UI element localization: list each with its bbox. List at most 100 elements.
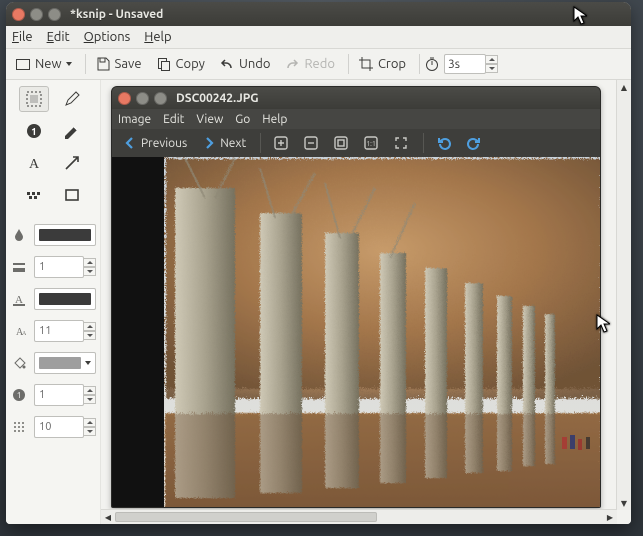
- obfuscate-value: 1: [39, 389, 45, 401]
- menu-edit[interactable]: Edit: [47, 30, 70, 44]
- previous-button[interactable]: Previous: [116, 133, 192, 154]
- rotate-right-icon: [465, 135, 482, 152]
- canvas[interactable]: DSC00242.JPG Image Edit View Go Help Pre…: [101, 80, 631, 524]
- minimize-icon[interactable]: [30, 8, 43, 21]
- obfuscate-field[interactable]: 1: [34, 384, 84, 406]
- font-size-field[interactable]: 11: [34, 320, 84, 342]
- fill-color-field[interactable]: [34, 352, 96, 374]
- undo-button[interactable]: Undo: [214, 54, 276, 74]
- menubar: File Edit Options Help: [6, 26, 631, 49]
- line-width-icon: [10, 260, 28, 274]
- titlebar[interactable]: *ksnip - Unsaved: [6, 2, 631, 26]
- drop-icon: [10, 228, 28, 242]
- menu-help[interactable]: Help: [144, 30, 171, 44]
- close-icon[interactable]: [12, 8, 25, 21]
- inner-menu-help[interactable]: Help: [262, 113, 287, 126]
- grid-stepper[interactable]: [83, 418, 96, 436]
- copy-button[interactable]: Copy: [151, 54, 210, 74]
- inner-menu-edit[interactable]: Edit: [163, 113, 184, 126]
- crop-button[interactable]: Crop: [353, 54, 411, 74]
- menu-options[interactable]: Options: [84, 30, 131, 44]
- scroll-right-icon[interactable]: ▶: [603, 510, 617, 524]
- fullscreen-icon: [392, 135, 409, 152]
- svg-text:A: A: [29, 157, 40, 172]
- redo-label: Redo: [304, 57, 334, 71]
- grid-field[interactable]: 10: [34, 416, 84, 438]
- copy-icon: [156, 56, 172, 72]
- scrollbar-thumb[interactable]: [115, 512, 377, 522]
- inner-menu-view[interactable]: View: [196, 113, 223, 126]
- prop-font-size: AA 11: [10, 318, 96, 344]
- prop-obfuscate: 1 1: [10, 382, 96, 408]
- prop-stroke-color: [10, 222, 96, 248]
- inner-menu-image[interactable]: Image: [118, 113, 151, 126]
- stroke-width-field[interactable]: 1: [34, 256, 84, 278]
- inner-titlebar[interactable]: DSC00242.JPG: [112, 87, 600, 109]
- delay-stepper[interactable]: [485, 55, 498, 73]
- svg-text:A: A: [22, 331, 26, 337]
- inner-toolbar: Previous Next: [112, 129, 600, 158]
- svg-text:1: 1: [31, 126, 37, 137]
- grid-value: 10: [39, 421, 51, 433]
- crop-label: Crop: [378, 57, 406, 71]
- rectangle-icon: [15, 56, 31, 72]
- scroll-up-icon[interactable]: ▲: [617, 80, 631, 94]
- zoom-in-button[interactable]: [267, 133, 294, 154]
- scroll-left-icon[interactable]: ◀: [101, 510, 115, 524]
- tool-text[interactable]: A: [19, 150, 49, 176]
- delay-input[interactable]: 3s: [444, 54, 486, 74]
- zoom-fit-button[interactable]: [327, 133, 354, 154]
- svg-text:1: 1: [17, 391, 22, 400]
- undo-icon: [219, 56, 235, 72]
- color-swatch: [39, 357, 81, 369]
- bucket-icon: [10, 356, 28, 370]
- minimize-icon[interactable]: [136, 92, 149, 105]
- tool-marker[interactable]: [57, 118, 87, 144]
- font-size-stepper[interactable]: [83, 322, 96, 340]
- timer-icon: [424, 56, 440, 72]
- maximize-icon[interactable]: [154, 92, 167, 105]
- tool-select[interactable]: [19, 86, 49, 112]
- chevron-left-icon: [121, 135, 138, 152]
- inner-menubar: Image Edit View Go Help: [112, 109, 600, 129]
- zoom-100-button[interactable]: 1:1: [357, 133, 384, 154]
- image-content: [112, 157, 600, 507]
- separator: [348, 54, 349, 74]
- prop-stroke-width: 1: [10, 254, 96, 280]
- stroke-color-field[interactable]: [34, 224, 96, 246]
- rotate-left-button[interactable]: [430, 133, 457, 154]
- separator: [85, 54, 86, 74]
- rotate-right-button[interactable]: [460, 133, 487, 154]
- tool-pen[interactable]: [57, 86, 87, 112]
- zoom-in-icon: [272, 135, 289, 152]
- menu-file[interactable]: File: [12, 30, 33, 44]
- vertical-scrollbar[interactable]: ▲ ▼: [616, 80, 631, 510]
- font-size-value: 11: [39, 325, 51, 337]
- obfuscate-stepper[interactable]: [83, 386, 96, 404]
- tool-rect[interactable]: [57, 182, 87, 208]
- delay-value: 3s: [448, 58, 460, 71]
- inner-menu-go[interactable]: Go: [235, 113, 250, 126]
- tool-arrow[interactable]: [57, 150, 87, 176]
- save-button[interactable]: Save: [90, 54, 147, 74]
- horizontal-scrollbar[interactable]: ◀ ▶: [101, 509, 617, 524]
- step-down-icon[interactable]: [485, 64, 498, 73]
- fullscreen-button[interactable]: [387, 133, 414, 154]
- image-viewer-window: DSC00242.JPG Image Edit View Go Help Pre…: [111, 86, 601, 508]
- next-button[interactable]: Next: [195, 133, 251, 154]
- font-color-field[interactable]: [34, 288, 96, 310]
- copy-label: Copy: [176, 57, 205, 71]
- zoom-out-button[interactable]: [297, 133, 324, 154]
- maximize-icon[interactable]: [48, 8, 61, 21]
- tool-blur[interactable]: [19, 182, 49, 208]
- tool-number[interactable]: 1: [19, 118, 49, 144]
- redo-button[interactable]: Redo: [279, 54, 339, 74]
- undo-label: Undo: [239, 57, 271, 71]
- stroke-width-stepper[interactable]: [83, 258, 96, 276]
- step-up-icon[interactable]: [485, 55, 498, 64]
- prop-grid: 10: [10, 414, 96, 440]
- new-button[interactable]: New: [10, 54, 77, 74]
- scroll-down-icon[interactable]: ▼: [617, 496, 631, 510]
- close-icon[interactable]: [118, 92, 131, 105]
- color-swatch: [39, 293, 91, 305]
